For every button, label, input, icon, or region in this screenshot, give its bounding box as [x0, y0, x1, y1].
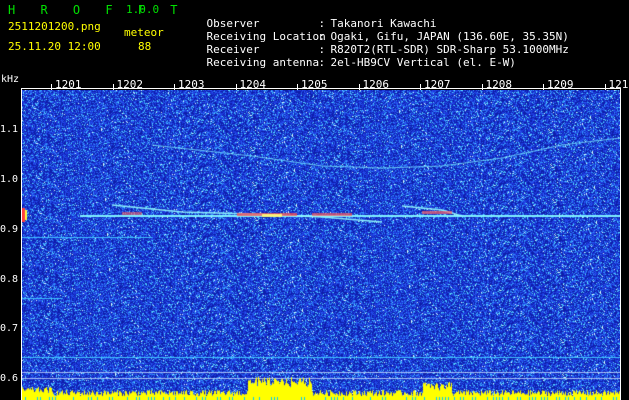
app-title: H R O F F T	[8, 3, 187, 17]
meta-value: 2el-HB9CV Vertical (el. E-W)	[330, 56, 516, 69]
app-version: 1.0.0	[126, 3, 160, 16]
frequency-label: 0.9	[0, 224, 19, 235]
meta-row-antenna: Receiving antenna: 2el-HB9CV Vertical (el…	[206, 56, 516, 69]
spectrogram-canvas	[22, 90, 620, 400]
spectrogram-plot	[22, 90, 620, 400]
count-label: meteor	[124, 26, 164, 39]
frequency-unit-label: kHz	[1, 74, 20, 85]
meta-key: Receiving antenna	[206, 56, 320, 69]
count-value: 88	[138, 40, 152, 53]
frequency-label: 1.1	[0, 124, 19, 135]
filename-label: 2511201200.png	[8, 20, 101, 33]
datetime-label: 25.11.20 12:00	[8, 40, 101, 53]
frequency-label: 1.0	[0, 174, 19, 185]
frequency-label: 0.6	[0, 373, 19, 384]
plot-right-border	[620, 88, 621, 400]
frequency-label: 0.8	[0, 274, 19, 285]
plot-top-border	[21, 88, 621, 89]
frequency-label: 0.7	[0, 323, 19, 334]
